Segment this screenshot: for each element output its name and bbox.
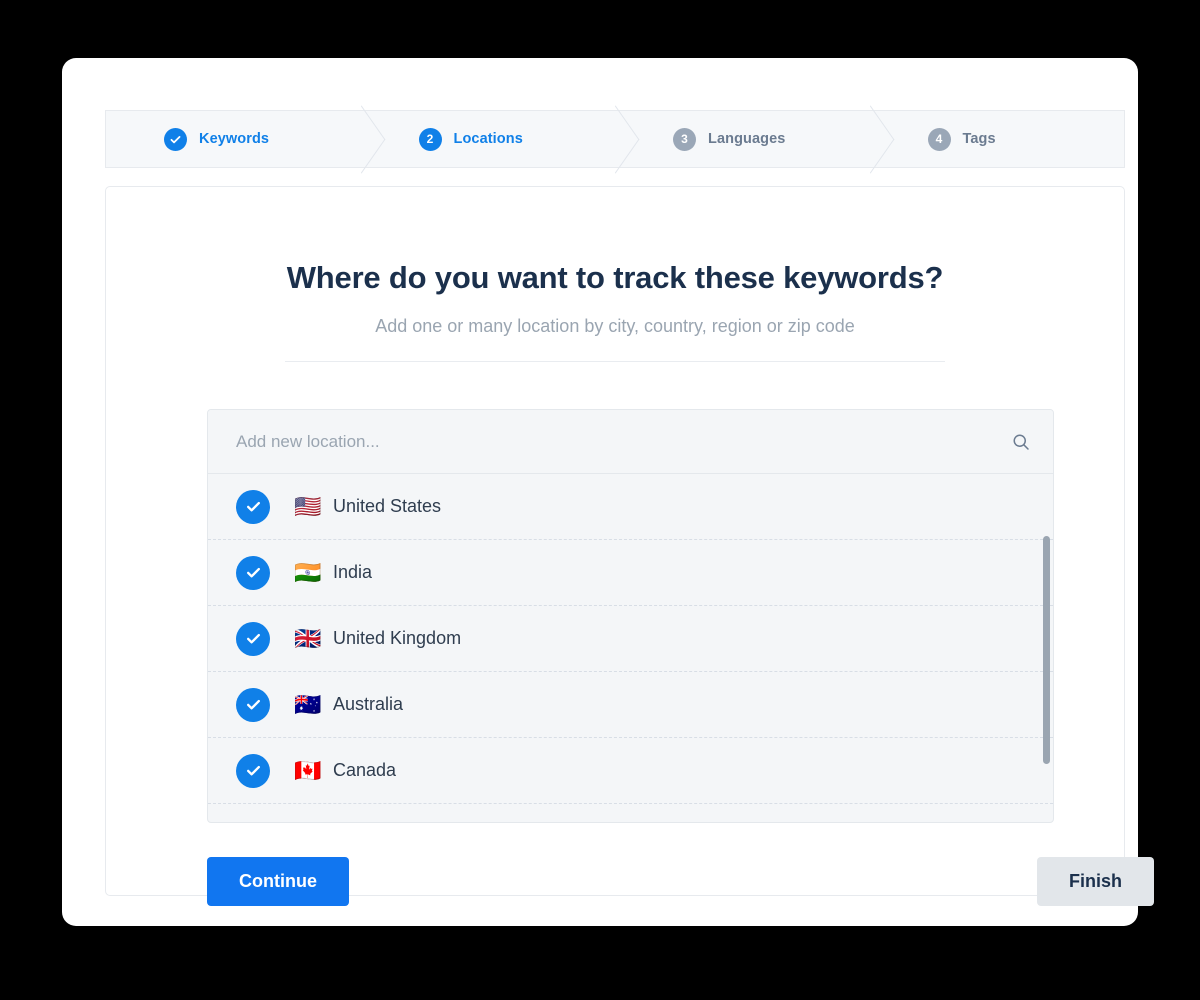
location-name: United States bbox=[333, 496, 442, 516]
stepper-label-keywords: Keywords bbox=[199, 131, 270, 147]
list-item[interactable]: 🇺🇸 United States bbox=[208, 474, 1053, 540]
list-item[interactable]: 🇬🇧 United Kingdom bbox=[208, 606, 1053, 672]
location-name: United Kingdom bbox=[333, 628, 462, 648]
header-divider bbox=[285, 361, 945, 362]
search-input[interactable] bbox=[236, 431, 1011, 452]
check-circle-icon[interactable] bbox=[236, 753, 270, 788]
location-name: Canada bbox=[333, 760, 397, 780]
check-circle-icon[interactable] bbox=[236, 621, 270, 656]
location-search-row bbox=[208, 410, 1053, 474]
app-card: Keywords 2 Locations 3 Languages 4 Tags … bbox=[62, 58, 1154, 926]
check-circle-icon[interactable] bbox=[236, 555, 270, 590]
step-number-badge: 2 bbox=[418, 127, 442, 151]
list-item[interactable]: 🇦🇺 Australia bbox=[208, 672, 1053, 738]
flag-icon: 🇦🇺 bbox=[294, 691, 322, 717]
check-circle-icon[interactable] bbox=[236, 489, 270, 524]
check-circle-icon[interactable] bbox=[236, 687, 270, 722]
stepper-step-tags[interactable]: 4 Tags bbox=[870, 111, 1125, 167]
stepper-label-languages: Languages bbox=[708, 131, 786, 147]
flag-icon: 🇺🇸 bbox=[294, 493, 322, 519]
finish-button[interactable]: Finish bbox=[1037, 857, 1154, 906]
stepper-label-locations: Locations bbox=[453, 131, 523, 147]
search-icon[interactable] bbox=[1011, 432, 1031, 452]
wizard-stepper: Keywords 2 Locations 3 Languages 4 Tags bbox=[105, 110, 1125, 168]
page-title: Where do you want to track these keyword… bbox=[286, 260, 944, 295]
scrollbar-thumb[interactable] bbox=[1043, 536, 1050, 764]
location-list[interactable]: 🇺🇸 United States 🇮🇳 India 🇬🇧 United King… bbox=[208, 474, 1053, 822]
step-number-badge: 3 bbox=[673, 127, 696, 151]
check-icon bbox=[164, 127, 187, 151]
step-number-badge: 4 bbox=[927, 127, 951, 151]
continue-button[interactable]: Continue bbox=[207, 857, 349, 906]
location-picker: 🇺🇸 United States 🇮🇳 India bbox=[207, 409, 1054, 823]
stepper-label-tags: Tags bbox=[962, 131, 996, 147]
flag-icon: 🇨🇦 bbox=[294, 757, 322, 783]
stepper-step-locations[interactable]: 2 Locations bbox=[361, 111, 616, 167]
list-item[interactable]: 🇨🇦 Canada bbox=[208, 738, 1053, 804]
location-name: India bbox=[333, 562, 373, 582]
stepper-step-languages[interactable]: 3 Languages bbox=[615, 111, 870, 167]
location-name: Australia bbox=[333, 694, 404, 714]
locations-panel: Where do you want to track these keyword… bbox=[105, 186, 1154, 906]
page-subtitle: Add one or many location by city, countr… bbox=[375, 316, 855, 336]
flag-icon: 🇮🇳 bbox=[294, 559, 322, 585]
stepper-step-keywords[interactable]: Keywords bbox=[106, 111, 361, 167]
list-item[interactable]: 🇮🇳 India bbox=[208, 540, 1053, 606]
list-item-placeholder bbox=[208, 804, 1053, 822]
flag-icon: 🇬🇧 bbox=[294, 625, 322, 651]
